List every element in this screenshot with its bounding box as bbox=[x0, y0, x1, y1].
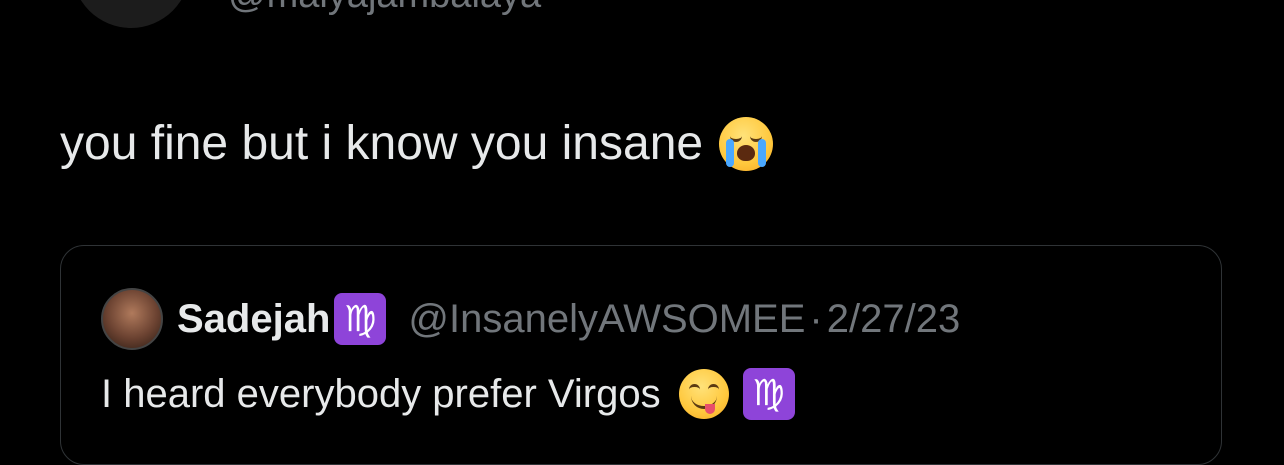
quoted-author-name: Sadejah bbox=[177, 296, 331, 341]
loudly-crying-face-icon bbox=[719, 117, 774, 171]
quoted-tweet-header: Sadejah ♍ @InsanelyAWSOMEE · 2/27/23 bbox=[101, 288, 960, 350]
tweet-text: you fine but i know you insane bbox=[60, 117, 704, 170]
quoted-tweet-text: I heard everybody prefer Virgos bbox=[101, 372, 661, 416]
quoted-author-handle: @InsanelyAWSOMEE · 2/27/23 bbox=[408, 297, 960, 342]
quoted-handle-text: @InsanelyAWSOMEE bbox=[408, 296, 806, 341]
author-avatar[interactable] bbox=[72, 0, 190, 28]
quoted-tweet-date: 2/27/23 bbox=[826, 296, 961, 341]
author-handle[interactable]: @malyajambalaya bbox=[228, 0, 541, 17]
meta-separator: · bbox=[809, 296, 823, 341]
quoted-author-avatar bbox=[101, 288, 163, 350]
virgo-icon: ♍ bbox=[742, 368, 795, 420]
quoted-tweet-card[interactable]: Sadejah ♍ @InsanelyAWSOMEE · 2/27/23 I hea… bbox=[60, 245, 1222, 465]
tweet-body: you fine but i know you insane bbox=[60, 116, 774, 172]
quoted-tweet-body: I heard everybody prefer Virgos ♍ bbox=[101, 368, 795, 420]
virgo-icon: ♍ bbox=[334, 293, 387, 345]
face-savoring-food-icon bbox=[678, 369, 729, 419]
